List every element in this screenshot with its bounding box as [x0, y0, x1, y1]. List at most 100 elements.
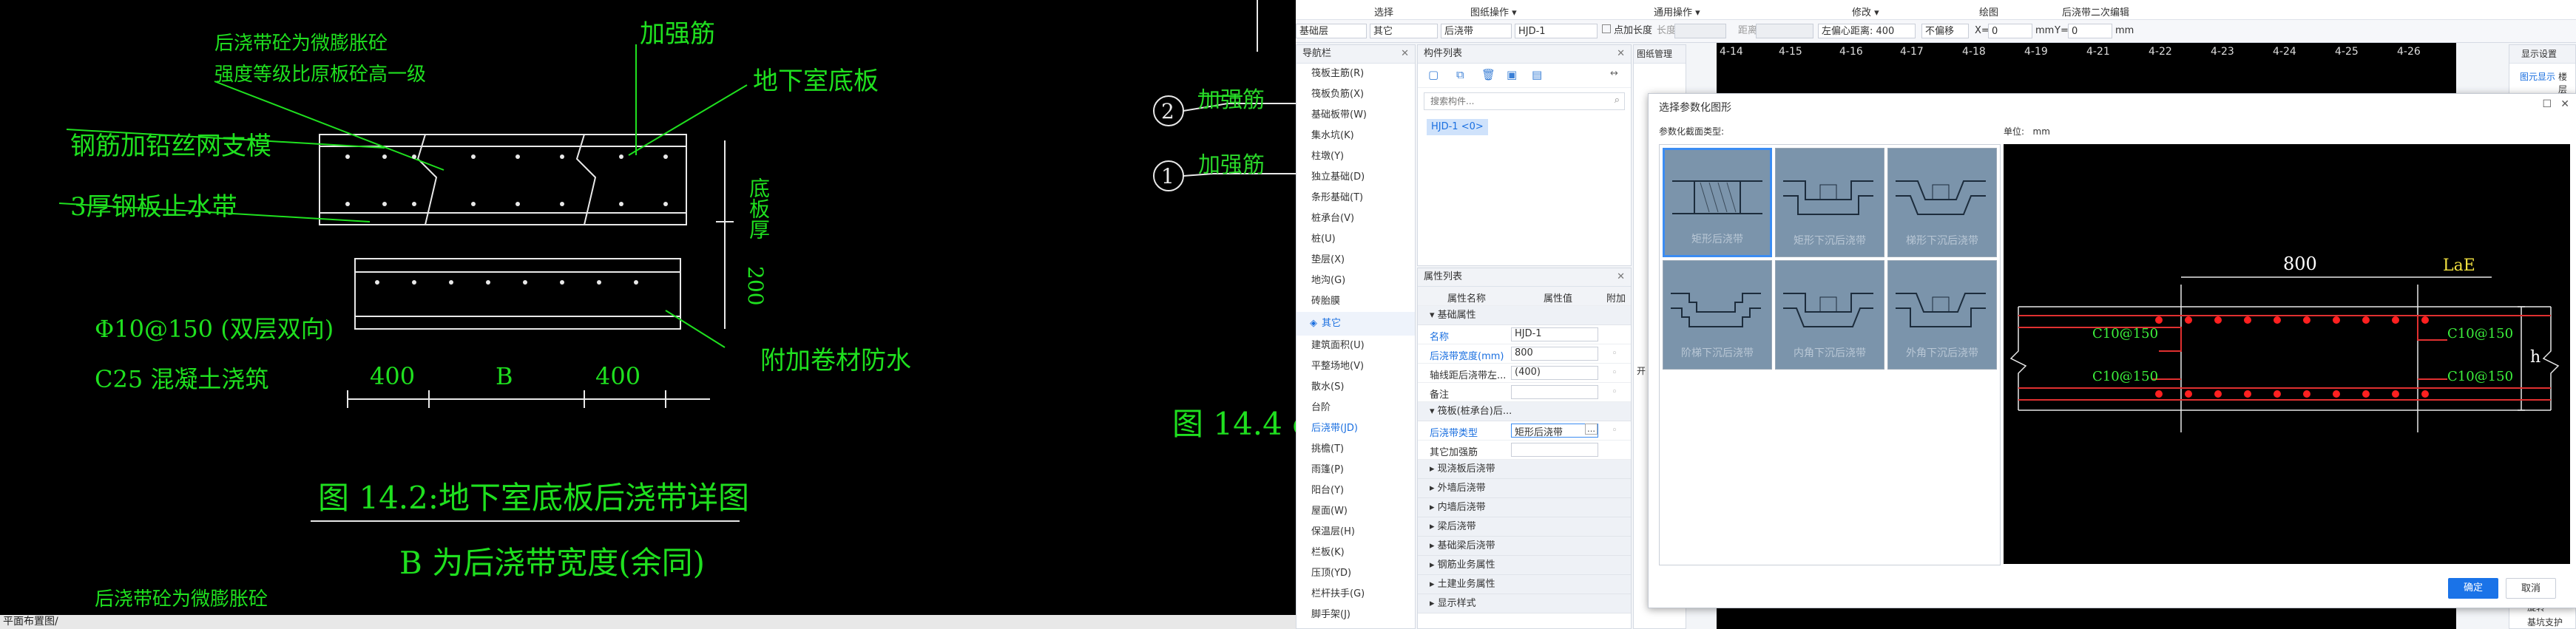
menu-common-ops[interactable]: 通用操作 ▾ [1654, 4, 1700, 18]
menu-post-pour-edit[interactable]: 后浇带二次编辑 [2062, 4, 2129, 18]
copy-icon[interactable]: ⧉ [1456, 68, 1464, 81]
nav-item[interactable]: 桩(U) [1297, 229, 1415, 250]
menu-modify[interactable]: 修改 ▾ [1852, 4, 1879, 18]
delete-icon[interactable]: 🗑 [1481, 68, 1495, 81]
axis-label: 4-25 [2335, 46, 2359, 58]
close-icon[interactable]: ✕ [1617, 268, 1625, 286]
nav-item[interactable]: 砖胎膜 [1297, 291, 1415, 312]
thumb-outer-corner-sunken[interactable]: 外角下沉后浇带 [1887, 260, 1997, 370]
nav-item[interactable]: 条形基础(T) [1297, 188, 1415, 208]
left-offset-input[interactable]: 左偏心距离: 400 [1818, 24, 1916, 38]
menu-select[interactable]: 选择 [1374, 4, 1393, 18]
nav-item[interactable]: 地沟(G) [1297, 271, 1415, 291]
type-select[interactable]: 其它 [1370, 24, 1438, 38]
menu-draw[interactable]: 绘图 [1979, 4, 1998, 18]
nav-item[interactable]: 保温层(H) [1297, 522, 1415, 543]
section-collapsed[interactable]: ▸ 基础梁后浇带 [1418, 537, 1631, 556]
cad-figure-title: 图 14.2:地下室底板后浇带详图 [318, 480, 750, 516]
category-select[interactable]: 后浇带 [1441, 24, 1512, 38]
nav-group-other[interactable]: ◈ 其它 [1297, 312, 1415, 336]
prop-row-axis-offset[interactable]: 轴线距后浇带左... (400) ◦ [1418, 364, 1631, 383]
offset-mode-select[interactable]: 不偏移 [1921, 24, 1969, 38]
section-collapsed[interactable]: ▸ 梁后浇带 [1418, 517, 1631, 537]
nav-item[interactable]: 屋面(W) [1297, 501, 1415, 522]
layer-select[interactable]: 基础层 [1296, 24, 1367, 38]
prop-value[interactable]: HJD-1 [1511, 327, 1598, 341]
prop-row-remark[interactable]: 备注 ◦ [1418, 383, 1631, 402]
prop-value[interactable]: (400) [1511, 366, 1598, 380]
nav-item[interactable]: 筏板负筋(X) [1297, 84, 1415, 105]
prop-row-name[interactable]: 名称 HJD-1 [1418, 325, 1631, 344]
offset-input[interactable] [1756, 24, 1813, 38]
search-input[interactable] [1429, 93, 1602, 109]
prop-value[interactable]: 800 [1511, 347, 1598, 361]
thumb-rect-sunken[interactable]: 矩形下沉后浇带 [1775, 148, 1884, 257]
prop-value[interactable] [1511, 443, 1598, 457]
close-icon[interactable]: ✕ [1401, 45, 1409, 63]
thumb-trapezoid-sunken[interactable]: 梯形下沉后浇带 [1887, 148, 1997, 257]
nav-item[interactable]: 独立基础(D) [1297, 167, 1415, 188]
cad-drawing-area[interactable]: 后浇带砼为微膨胀砼 强度等级比原板砼高一级 加强筋 地下室底板 钢筋加铅丝网支模… [0, 0, 1296, 629]
length-input[interactable] [1674, 24, 1726, 38]
nav-item[interactable]: 压顶(YD) [1297, 563, 1415, 584]
nav-item[interactable]: 建筑面积(U) [1297, 336, 1415, 356]
section-collapsed[interactable]: ▸ 现浇板后浇带 [1418, 460, 1631, 479]
nav-item[interactable]: 台阶 [1297, 398, 1415, 418]
ellipsis-icon[interactable]: … [1585, 424, 1598, 435]
menu-drawing-ops[interactable]: 图纸操作 ▾ [1470, 4, 1517, 18]
prop-row-type[interactable]: 后浇带类型 矩形后浇带… ◦ [1418, 421, 1631, 441]
cancel-button[interactable]: 取消 [2506, 578, 2556, 599]
thumb-rect[interactable]: 矩形后浇带 [1663, 148, 1772, 257]
point-length-checkbox[interactable]: 点加长度 [1602, 24, 1652, 38]
component-search-box[interactable]: ⌕ [1424, 92, 1625, 110]
nav-item[interactable]: 脚手架(J) [1297, 605, 1415, 625]
prop-row-other[interactable]: 其它加强筋 [1418, 441, 1631, 460]
bottom-item-pit[interactable]: 基坑支护 [2527, 616, 2563, 628]
tab-floor[interactable]: 楼层 [2558, 70, 2575, 95]
nav-item[interactable]: 平整场地(V) [1297, 356, 1415, 377]
tab-element-display[interactable]: 图元显示 [2520, 70, 2555, 83]
nav-item[interactable]: 筏板主筋(R) [1297, 64, 1415, 84]
y-input[interactable]: 0 [2068, 24, 2112, 38]
prop-row-width[interactable]: 后浇带宽度(mm) 800 ◦ [1418, 344, 1631, 364]
nav-item[interactable]: 栏杆扶手(G) [1297, 584, 1415, 605]
search-icon[interactable]: ⌕ [1615, 95, 1620, 106]
checkbox-icon[interactable]: ◦ [1612, 387, 1617, 398]
section-basic[interactable]: ▾ 基础属性 [1418, 306, 1631, 325]
x-input[interactable]: 0 [1988, 24, 2032, 38]
thumb-inner-corner-sunken[interactable]: 内角下沉后浇带 [1775, 260, 1884, 370]
ok-button[interactable]: 确定 [2448, 578, 2498, 599]
filter-icon[interactable]: ▤ [1532, 68, 1542, 81]
section-collapsed[interactable]: ▸ 钢筋业务属性 [1418, 556, 1631, 575]
section-collapsed[interactable]: ▸ 内墙后浇带 [1418, 498, 1631, 517]
nav-item[interactable]: 集水坑(K) [1297, 126, 1415, 146]
nav-item[interactable]: 桩承台(V) [1297, 208, 1415, 229]
close-icon[interactable]: ✕ [2560, 98, 2569, 110]
layer-copy-icon[interactable]: ▣ [1507, 68, 1517, 81]
section-collapsed[interactable]: ▸ 外墙后浇带 [1418, 479, 1631, 498]
checkbox-icon[interactable]: ◦ [1612, 348, 1617, 359]
nav-item[interactable]: 阳台(Y) [1297, 480, 1415, 501]
maximize-icon[interactable]: ☐ [2542, 98, 2552, 110]
checkbox-icon[interactable]: ◦ [1612, 425, 1617, 436]
nav-item[interactable]: 散水(S) [1297, 377, 1415, 398]
nav-item[interactable]: 垫层(X) [1297, 250, 1415, 271]
component-item-selected[interactable]: HJD-1 <0> [1427, 119, 1488, 135]
drawing-mgmt-extra[interactable]: 开 [1637, 364, 1646, 377]
component-select[interactable]: HJD-1 [1515, 24, 1598, 38]
section-collapsed[interactable]: ▸ 土建业务属性 [1418, 575, 1631, 594]
nav-item[interactable]: 挑檐(T) [1297, 439, 1415, 460]
close-icon[interactable]: ✕ [1617, 45, 1625, 63]
nav-item[interactable]: 柱墩(Y) [1297, 146, 1415, 167]
checkbox-icon[interactable]: ◦ [1612, 367, 1617, 378]
nav-item[interactable]: 基础板带(W) [1297, 105, 1415, 126]
more-icon[interactable]: ↔ [1610, 68, 1618, 79]
nav-item[interactable]: 栏板(K) [1297, 543, 1415, 563]
prop-value[interactable] [1511, 385, 1598, 399]
nav-item-post-pour-strip[interactable]: 后浇带(JD) [1297, 418, 1415, 439]
new-icon[interactable]: ▢ [1428, 68, 1439, 81]
section-collapsed[interactable]: ▸ 显示样式 [1418, 594, 1631, 613]
thumb-step-sunken[interactable]: 阶梯下沉后浇带 [1663, 260, 1772, 370]
section-raft[interactable]: ▾ 筏板(桩承台)后... [1418, 402, 1631, 421]
nav-item[interactable]: 雨篷(P) [1297, 460, 1415, 480]
